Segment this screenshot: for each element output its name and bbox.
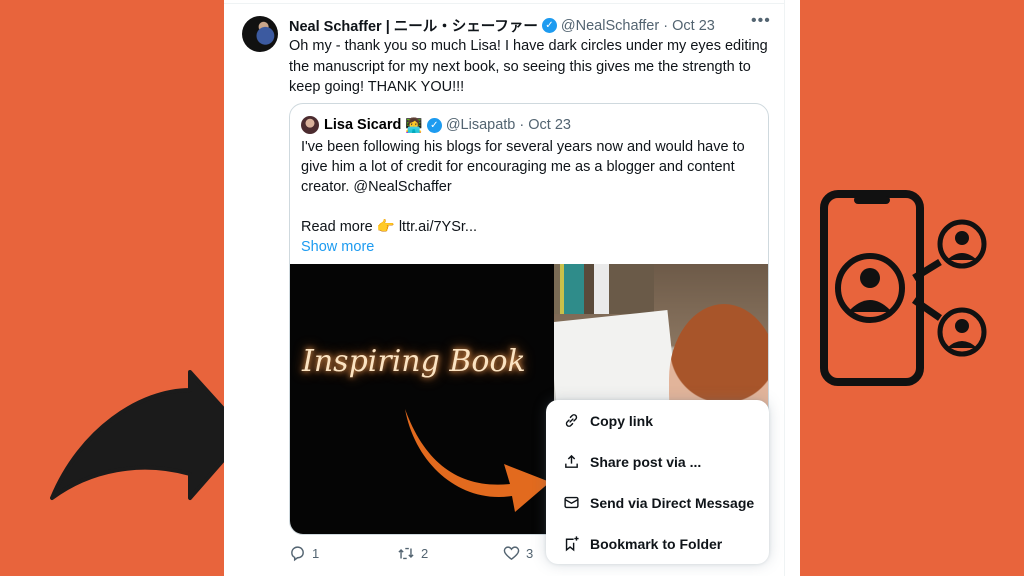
technologist-emoji: 👩‍💻	[405, 116, 423, 133]
menu-label: Share post via ...	[590, 453, 702, 470]
quote-text: I've been following his blogs for severa…	[301, 137, 761, 257]
reply-button[interactable]: 1	[289, 545, 319, 562]
menu-item-bookmark-to-folder[interactable]: Bookmark to Folder	[546, 523, 769, 564]
reply-count: 1	[312, 546, 320, 561]
menu-label: Copy link	[590, 412, 654, 429]
envelope-icon	[562, 494, 580, 512]
quote-author-avatar[interactable]	[301, 116, 319, 134]
tweet-header: Neal Schaffer | ニール・シェーファー ✓ @NealSchaff…	[289, 15, 715, 36]
quote-date: Oct 23	[528, 117, 571, 133]
repost-icon	[398, 547, 414, 560]
verified-badge-icon: ✓	[426, 117, 442, 133]
more-options-icon[interactable]: •••	[751, 12, 771, 30]
reply-icon	[291, 546, 304, 562]
link-icon	[562, 412, 580, 430]
verified-badge-icon: ✓	[541, 18, 557, 33]
tweet-text: Oh my - thank you so much Lisa! I have d…	[289, 38, 768, 95]
bookmark-add-icon	[562, 535, 580, 553]
menu-label: Bookmark to Folder	[590, 535, 723, 552]
quote-body: I've been following his blogs for severa…	[301, 139, 745, 195]
heart-icon	[503, 546, 520, 561]
quote-author-handle: @Lisapatb	[445, 117, 516, 133]
like-count: 3	[526, 546, 534, 561]
repost-count: 2	[421, 546, 429, 561]
separator: ·	[663, 17, 669, 34]
author-name[interactable]: Neal Schaffer | ニール・シェーファー	[289, 15, 538, 36]
read-more-link[interactable]: Read more 👉 lttr.ai/7YSr...	[301, 217, 761, 237]
quote-header: Lisa Sicard 👩‍💻 ✓ @Lisapatb · Oct 23	[301, 116, 571, 134]
show-more-link[interactable]: Show more	[301, 237, 761, 257]
inspiring-book-image[interactable]: Inspiring Book	[290, 264, 554, 534]
menu-item-share-post-via[interactable]: Share post via ...	[546, 441, 769, 482]
share-menu: Copy link Share post via ... Send via Di…	[546, 400, 769, 564]
quote-author-name[interactable]: Lisa Sicard	[324, 117, 401, 133]
divider	[224, 3, 784, 4]
share-upload-icon	[562, 453, 580, 471]
author-handle[interactable]: @NealSchaffer	[561, 18, 659, 34]
image-caption: Inspiring Book	[302, 344, 526, 379]
menu-item-copy-link[interactable]: Copy link	[546, 400, 769, 441]
tweet-date[interactable]: Oct 23	[672, 18, 715, 34]
author-avatar[interactable]	[242, 16, 278, 52]
like-button[interactable]: 3	[503, 545, 533, 562]
menu-item-send-direct-message[interactable]: Send via Direct Message	[546, 482, 769, 523]
orange-arrow-icon	[405, 409, 550, 512]
menu-label: Send via Direct Message	[590, 494, 755, 511]
divider	[784, 0, 785, 576]
bookshelf	[554, 264, 654, 314]
separator: ·	[519, 117, 525, 133]
repost-button[interactable]: 2	[397, 545, 428, 562]
phone-network-icon	[820, 190, 987, 386]
share-arrow-icon	[50, 370, 248, 500]
